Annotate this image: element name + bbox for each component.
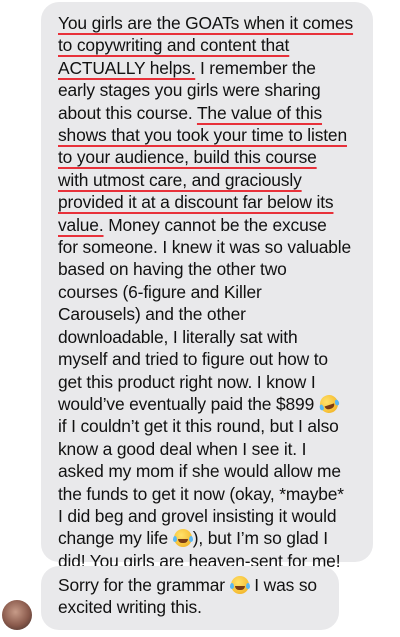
text-span: asked my mom if she would allow me xyxy=(58,461,341,482)
text-span: Sorry for the grammar xyxy=(58,575,230,595)
text-span: I did beg and grovel insisting it would xyxy=(58,505,337,526)
underlined-text: You girls are the GOATs when it comes xyxy=(58,13,354,33)
message-line: would’ve eventually paid the $899 xyxy=(58,392,363,416)
message-line: You girls are the GOATs when it comes xyxy=(58,12,363,34)
underlined-text: value. xyxy=(58,214,104,235)
underlined-text: to copywriting and content that xyxy=(58,35,290,56)
avatar[interactable] xyxy=(2,600,32,630)
message-line: courses (6-figure and Killer xyxy=(58,281,363,303)
text-span: Money cannot be the excuse xyxy=(103,214,327,235)
text-span: ), but I’m so glad I xyxy=(192,528,328,549)
message-line: provided it at a discount far below its xyxy=(58,191,363,213)
text-span: based on having the other two xyxy=(58,259,287,280)
text-span: I was so xyxy=(249,575,317,595)
message-line: asked my mom if she would allow me xyxy=(58,460,363,482)
message-line: for someone. I knew it was so valuable xyxy=(58,236,363,258)
text-span: for someone. I knew it was so valuable xyxy=(58,237,351,258)
text-span: downloadable, I literally sat with xyxy=(58,326,298,347)
text-span: Carousels) and the other xyxy=(58,304,246,325)
underlined-text: ACTUALLY helps. xyxy=(58,57,196,78)
underlined-text: with utmost care, and graciously xyxy=(58,169,302,190)
text-span: early stages you girls were sharing xyxy=(58,80,321,101)
message-line: about this course. The value of this xyxy=(58,102,363,124)
text-span: I remember the xyxy=(195,57,316,78)
text-span: know a good deal when I see it. I xyxy=(58,438,307,459)
text-span: excited writing this. xyxy=(58,597,202,618)
message-line: shows that you took your time to listen xyxy=(58,124,363,146)
message-line: myself and tried to figure out how to xyxy=(58,348,363,370)
message-line: to copywriting and content that xyxy=(58,34,363,56)
message-line: Sorry for the grammar I was so xyxy=(58,574,329,596)
text-span: myself and tried to figure out how to xyxy=(58,349,328,370)
text-span: get this product right now. I know I xyxy=(58,371,316,392)
message-text: You girls are the GOATs when it comes to … xyxy=(58,12,363,572)
underlined-text: shows that you took your time to listen xyxy=(58,125,347,146)
message-line: early stages you girls were sharing xyxy=(58,79,363,101)
underlined-text: The value of this xyxy=(196,102,323,123)
message-line: I did beg and grovel insisting it would xyxy=(58,505,363,527)
text-span: the funds to get it now (okay, *maybe* xyxy=(58,483,344,504)
message-bubble-1[interactable]: You girls are the GOATs when it comes to … xyxy=(41,2,373,571)
text-span: courses (6-figure and Killer xyxy=(58,281,262,302)
underlined-text: to your audience, build this course xyxy=(58,147,317,168)
message-line: know a good deal when I see it. I xyxy=(58,438,363,460)
message-line: excited writing this. xyxy=(58,596,329,618)
message-line: get this product right now. I know I xyxy=(58,371,363,393)
joy-emoji xyxy=(229,576,250,594)
message-bubble-2[interactable]: Sorry for the grammar I was so excited wr… xyxy=(41,566,339,630)
text-span: about this course. xyxy=(58,102,197,123)
message-text: Sorry for the grammar I was so excited wr… xyxy=(58,574,329,619)
text-span: would’ve eventually paid the $899 xyxy=(58,393,319,414)
message-line: downloadable, I literally sat with xyxy=(58,326,363,348)
text-span: change my life xyxy=(58,528,173,549)
message-line: with utmost care, and graciously xyxy=(58,169,363,191)
message-line: based on having the other two xyxy=(58,258,363,280)
message-line: change my life ), but I’m so glad I xyxy=(58,527,363,549)
message-line: value. Money cannot be the excuse xyxy=(58,214,363,236)
message-line: the funds to get it now (okay, *maybe* xyxy=(58,483,363,505)
message-line: ACTUALLY helps. I remember the xyxy=(58,57,363,79)
message-line: if I couldn’t get it this round, but I a… xyxy=(58,415,363,437)
rofl-emoji xyxy=(317,392,341,416)
joy-emoji xyxy=(172,529,193,548)
message-line: to your audience, build this course xyxy=(58,146,363,168)
message-line: Carousels) and the other xyxy=(58,303,363,325)
text-span: if I couldn’t get it this round, but I a… xyxy=(58,416,339,437)
underlined-text: provided it at a discount far below its xyxy=(58,192,334,213)
